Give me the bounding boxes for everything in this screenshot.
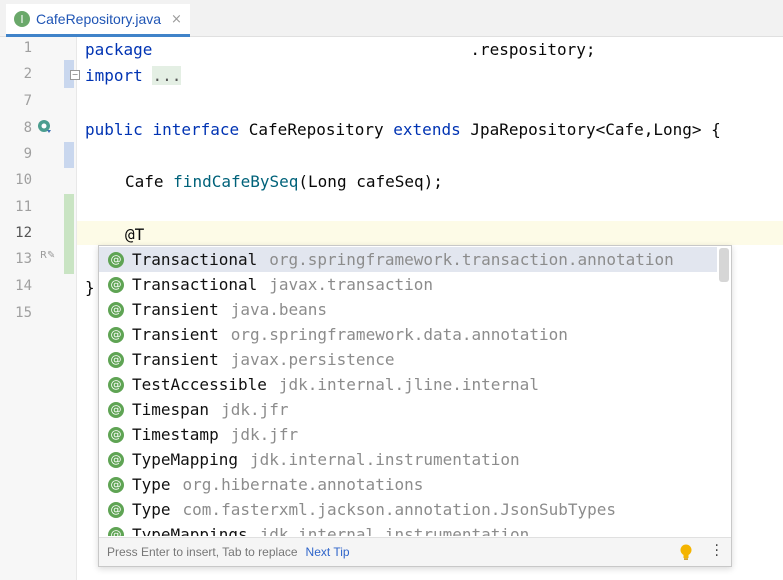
completion-item[interactable]: @ Transactional javax.transaction <box>99 272 717 297</box>
completion-item[interactable]: @ Type com.fasterxml.jackson.annotation.Js… <box>99 497 717 522</box>
annotation-icon: @ <box>108 376 124 393</box>
keyword: extends <box>393 120 461 139</box>
code-line-10[interactable]: Cafe findCafeBySeq(Long cafeSeq); <box>125 172 443 191</box>
lightbulb-icon[interactable] <box>679 544 693 560</box>
keyword: public <box>85 120 143 139</box>
line-number: 1 <box>23 40 32 56</box>
supertype: JpaRepository<Cafe,Long> { <box>470 120 721 139</box>
line-number: 12 <box>15 225 32 241</box>
line-number: 10 <box>15 172 32 188</box>
code-line-12[interactable]: @T <box>125 225 144 244</box>
code-completion-popup: @ Transactional org.springframework.transa… <box>98 245 732 567</box>
annotation-icon: @ <box>108 451 124 468</box>
keyword: package <box>85 40 153 59</box>
fold-toggle-icon[interactable]: − <box>70 70 80 80</box>
completion-item[interactable]: @ Transient javax.persistence <box>99 347 717 372</box>
line-number: 9 <box>23 146 32 162</box>
annotation-icon: @ <box>108 251 124 268</box>
annotation-icon: @ <box>108 351 124 368</box>
annotation-icon: @ <box>108 401 124 418</box>
file-tab[interactable]: I CafeRepository.java × <box>6 4 190 37</box>
implemented-interface-icon[interactable] <box>37 118 53 134</box>
more-options-icon[interactable]: · · · <box>715 539 719 563</box>
line-number: 13 <box>15 251 32 267</box>
keyword: interface <box>152 120 240 139</box>
line-number: 15 <box>15 305 32 321</box>
repository-edit-icon[interactable]: R✎ <box>40 250 55 261</box>
code-line-1[interactable]: package .respository; <box>85 40 596 59</box>
current-line-highlight <box>77 221 783 245</box>
completion-scrollbar[interactable] <box>719 248 729 282</box>
method-params: (Long cafeSeq); <box>298 172 443 191</box>
collapsed-imports[interactable]: ... <box>152 66 182 85</box>
completion-item[interactable]: @ Transient java.beans <box>99 297 717 322</box>
next-tip-link[interactable]: Next Tip <box>306 545 350 559</box>
line-number: 2 <box>23 66 32 82</box>
code-line-14[interactable]: } <box>85 278 95 297</box>
completion-footer: Press Enter to insert, Tab to replace Ne… <box>99 537 731 566</box>
annotation-icon: @ <box>108 526 124 536</box>
completion-item[interactable]: @ Type org.hibernate.annotations <box>99 472 717 497</box>
completion-list: @ Transactional org.springframework.transa… <box>99 246 717 536</box>
annotation-icon: @ <box>108 501 124 518</box>
line-number: 14 <box>15 278 32 294</box>
interface-icon: I <box>14 11 30 27</box>
interface-name: CafeRepository <box>248 120 384 139</box>
completion-item[interactable]: @ Timespan jdk.jfr <box>99 397 717 422</box>
code-line-2[interactable]: import ... <box>85 66 182 85</box>
completion-item[interactable]: @ TypeMapping jdk.internal.instrumentation <box>99 447 717 472</box>
completion-item[interactable]: @ Transient org.springframework.data.annot… <box>99 322 717 347</box>
completion-item[interactable]: @ Timestamp jdk.jfr <box>99 422 717 447</box>
file-tab-label: CafeRepository.java <box>36 11 162 27</box>
annotation-icon: @ <box>108 426 124 443</box>
editor-tab-bar: I CafeRepository.java × <box>0 0 783 37</box>
annotation-icon: @ <box>108 276 124 293</box>
completion-hint: Press Enter to insert, Tab to replace <box>107 545 298 559</box>
line-number: 7 <box>23 93 32 109</box>
keyword: import <box>85 66 143 85</box>
line-number: 8 <box>23 120 32 136</box>
annotation-icon: @ <box>108 301 124 318</box>
vcs-change-marker[interactable] <box>64 142 74 168</box>
completion-item[interactable]: @ TestAccessible jdk.internal.jline.intern… <box>99 372 717 397</box>
completion-item[interactable]: @ TypeMappings jdk.internal.instrumentatio… <box>99 522 717 536</box>
code-line-8[interactable]: public interface CafeRepository extends … <box>85 120 721 139</box>
vcs-added-marker[interactable] <box>64 194 74 274</box>
return-type: Cafe <box>125 172 164 191</box>
completion-item[interactable]: @ Transactional org.springframework.transa… <box>99 247 717 272</box>
annotation-icon: @ <box>108 326 124 343</box>
close-icon[interactable]: × <box>171 12 182 27</box>
line-number: 11 <box>15 199 32 215</box>
annotation-icon: @ <box>108 476 124 493</box>
package-name: .respository; <box>470 40 596 59</box>
method-name: findCafeBySeq <box>173 172 299 191</box>
